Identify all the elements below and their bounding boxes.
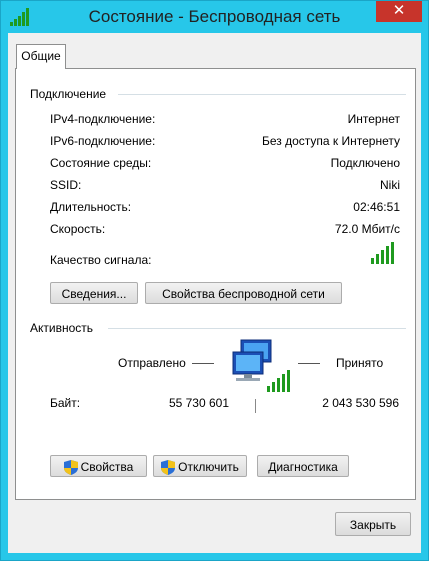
media-state-value: Подключено <box>330 156 400 170</box>
signal-quality-icon <box>371 242 399 264</box>
ssid-label: SSID: <box>50 178 82 192</box>
signal-bar <box>381 250 384 264</box>
connection-heading: Подключение <box>30 87 107 101</box>
uac-shield-icon <box>63 460 78 476</box>
details-button[interactable]: Сведения... <box>50 282 138 304</box>
signal-bar <box>376 254 379 264</box>
duration-label: Длительность: <box>50 200 132 214</box>
ipv4-value: Интернет <box>347 112 400 126</box>
network-computers-icon <box>232 339 290 392</box>
status-window: Состояние - Беспроводная сеть ✕ Общие По… <box>0 0 429 561</box>
close-button[interactable]: Закрыть <box>335 512 411 536</box>
close-window-button[interactable]: ✕ <box>376 1 422 22</box>
ipv4-label: IPv4-подключение: <box>50 112 156 126</box>
connection-divider <box>118 94 406 95</box>
activity-heading: Активность <box>30 321 94 335</box>
speed-label: Скорость: <box>50 222 106 236</box>
bytes-label: Байт: <box>50 396 81 410</box>
disable-button[interactable]: Отключить <box>153 455 247 477</box>
ssid-value: Niki <box>380 178 400 192</box>
bytes-sent-value: 55 730 601 <box>168 396 229 410</box>
activity-divider <box>108 328 406 329</box>
duration-value: 02:46:51 <box>353 200 400 214</box>
ipv6-value: Без доступа к Интернету <box>261 134 400 148</box>
general-panel: Подключение IPv4-подключение: Интернет I… <box>15 68 416 500</box>
ipv6-label: IPv6-подключение: <box>50 134 156 148</box>
sent-label: Отправлено <box>118 356 186 370</box>
window-title: Состояние - Беспроводная сеть <box>88 7 341 26</box>
sent-connector <box>192 363 214 364</box>
signal-bar <box>371 258 374 264</box>
title-bar[interactable]: Состояние - Беспроводная сеть ✕ <box>1 1 428 33</box>
tab-general[interactable]: Общие <box>16 44 66 69</box>
media-state-label: Состояние среды: <box>50 156 152 170</box>
uac-shield-icon <box>161 460 176 476</box>
signal-quality-label: Качество сигнала: <box>50 253 152 267</box>
signal-bar <box>386 246 389 264</box>
bytes-separator <box>255 399 256 413</box>
wireless-properties-button[interactable]: Свойства беспроводной сети <box>145 282 342 304</box>
bytes-received-value: 2 043 530 596 <box>322 396 399 410</box>
properties-button-label: Свойства <box>80 460 134 474</box>
speed-value: 72.0 Мбит/с <box>334 222 400 236</box>
received-label: Принято <box>336 356 384 370</box>
received-connector <box>298 363 320 364</box>
signal-bar <box>391 242 394 264</box>
diagnose-button[interactable]: Диагностика <box>257 455 349 477</box>
properties-button[interactable]: Свойства <box>50 455 147 477</box>
disable-button-label: Отключить <box>178 460 239 474</box>
dialog-body: Общие Подключение IPv4-подключение: Инте… <box>8 33 421 553</box>
